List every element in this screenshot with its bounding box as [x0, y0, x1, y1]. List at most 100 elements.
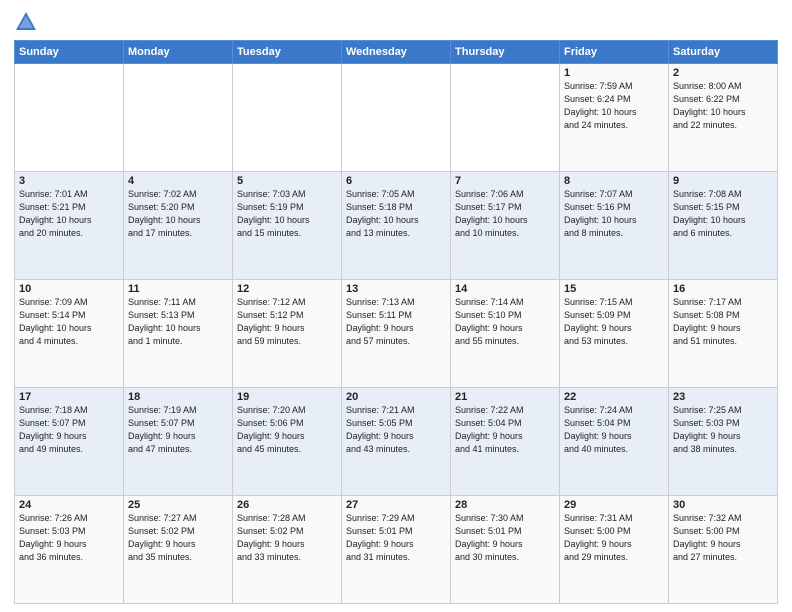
day-cell-20: 20Sunrise: 7:21 AM Sunset: 5:05 PM Dayli…: [342, 388, 451, 496]
day-cell-30: 30Sunrise: 7:32 AM Sunset: 5:00 PM Dayli…: [669, 496, 778, 604]
page: SundayMondayTuesdayWednesdayThursdayFrid…: [0, 0, 792, 612]
day-number: 12: [237, 283, 337, 295]
weekday-wednesday: Wednesday: [342, 41, 451, 64]
day-number: 20: [346, 391, 446, 403]
day-number: 11: [128, 283, 228, 295]
day-info: Sunrise: 7:13 AM Sunset: 5:11 PM Dayligh…: [346, 296, 446, 348]
day-info: Sunrise: 7:59 AM Sunset: 6:24 PM Dayligh…: [564, 80, 664, 132]
day-info: Sunrise: 7:06 AM Sunset: 5:17 PM Dayligh…: [455, 188, 555, 240]
day-number: 22: [564, 391, 664, 403]
week-row-4: 24Sunrise: 7:26 AM Sunset: 5:03 PM Dayli…: [15, 496, 778, 604]
day-number: 17: [19, 391, 119, 403]
empty-cell: [342, 64, 451, 172]
day-cell-3: 3Sunrise: 7:01 AM Sunset: 5:21 PM Daylig…: [15, 172, 124, 280]
day-info: Sunrise: 7:32 AM Sunset: 5:00 PM Dayligh…: [673, 512, 773, 564]
day-cell-19: 19Sunrise: 7:20 AM Sunset: 5:06 PM Dayli…: [233, 388, 342, 496]
weekday-sunday: Sunday: [15, 41, 124, 64]
day-cell-22: 22Sunrise: 7:24 AM Sunset: 5:04 PM Dayli…: [560, 388, 669, 496]
day-cell-28: 28Sunrise: 7:30 AM Sunset: 5:01 PM Dayli…: [451, 496, 560, 604]
day-info: Sunrise: 7:15 AM Sunset: 5:09 PM Dayligh…: [564, 296, 664, 348]
day-number: 1: [564, 67, 664, 79]
day-cell-21: 21Sunrise: 7:22 AM Sunset: 5:04 PM Dayli…: [451, 388, 560, 496]
day-info: Sunrise: 7:29 AM Sunset: 5:01 PM Dayligh…: [346, 512, 446, 564]
day-info: Sunrise: 7:02 AM Sunset: 5:20 PM Dayligh…: [128, 188, 228, 240]
day-info: Sunrise: 7:07 AM Sunset: 5:16 PM Dayligh…: [564, 188, 664, 240]
day-number: 5: [237, 175, 337, 187]
calendar-table: SundayMondayTuesdayWednesdayThursdayFrid…: [14, 40, 778, 604]
day-number: 18: [128, 391, 228, 403]
day-number: 23: [673, 391, 773, 403]
weekday-thursday: Thursday: [451, 41, 560, 64]
week-row-0: 1Sunrise: 7:59 AM Sunset: 6:24 PM Daylig…: [15, 64, 778, 172]
day-cell-7: 7Sunrise: 7:06 AM Sunset: 5:17 PM Daylig…: [451, 172, 560, 280]
day-number: 8: [564, 175, 664, 187]
day-info: Sunrise: 7:30 AM Sunset: 5:01 PM Dayligh…: [455, 512, 555, 564]
weekday-friday: Friday: [560, 41, 669, 64]
day-number: 13: [346, 283, 446, 295]
weekday-tuesday: Tuesday: [233, 41, 342, 64]
weekday-saturday: Saturday: [669, 41, 778, 64]
day-cell-2: 2Sunrise: 8:00 AM Sunset: 6:22 PM Daylig…: [669, 64, 778, 172]
day-info: Sunrise: 7:14 AM Sunset: 5:10 PM Dayligh…: [455, 296, 555, 348]
day-number: 16: [673, 283, 773, 295]
day-cell-23: 23Sunrise: 7:25 AM Sunset: 5:03 PM Dayli…: [669, 388, 778, 496]
week-row-2: 10Sunrise: 7:09 AM Sunset: 5:14 PM Dayli…: [15, 280, 778, 388]
day-cell-18: 18Sunrise: 7:19 AM Sunset: 5:07 PM Dayli…: [124, 388, 233, 496]
day-number: 14: [455, 283, 555, 295]
day-cell-13: 13Sunrise: 7:13 AM Sunset: 5:11 PM Dayli…: [342, 280, 451, 388]
day-number: 2: [673, 67, 773, 79]
day-number: 4: [128, 175, 228, 187]
weekday-header-row: SundayMondayTuesdayWednesdayThursdayFrid…: [15, 41, 778, 64]
day-info: Sunrise: 7:12 AM Sunset: 5:12 PM Dayligh…: [237, 296, 337, 348]
day-info: Sunrise: 7:31 AM Sunset: 5:00 PM Dayligh…: [564, 512, 664, 564]
day-number: 9: [673, 175, 773, 187]
day-number: 28: [455, 499, 555, 511]
day-cell-12: 12Sunrise: 7:12 AM Sunset: 5:12 PM Dayli…: [233, 280, 342, 388]
day-number: 19: [237, 391, 337, 403]
day-cell-24: 24Sunrise: 7:26 AM Sunset: 5:03 PM Dayli…: [15, 496, 124, 604]
day-info: Sunrise: 7:26 AM Sunset: 5:03 PM Dayligh…: [19, 512, 119, 564]
day-info: Sunrise: 7:22 AM Sunset: 5:04 PM Dayligh…: [455, 404, 555, 456]
day-cell-1: 1Sunrise: 7:59 AM Sunset: 6:24 PM Daylig…: [560, 64, 669, 172]
empty-cell: [124, 64, 233, 172]
day-number: 6: [346, 175, 446, 187]
day-number: 30: [673, 499, 773, 511]
day-cell-15: 15Sunrise: 7:15 AM Sunset: 5:09 PM Dayli…: [560, 280, 669, 388]
day-cell-11: 11Sunrise: 7:11 AM Sunset: 5:13 PM Dayli…: [124, 280, 233, 388]
weekday-monday: Monday: [124, 41, 233, 64]
logo: [14, 10, 42, 34]
day-cell-26: 26Sunrise: 7:28 AM Sunset: 5:02 PM Dayli…: [233, 496, 342, 604]
empty-cell: [233, 64, 342, 172]
day-number: 26: [237, 499, 337, 511]
day-info: Sunrise: 7:27 AM Sunset: 5:02 PM Dayligh…: [128, 512, 228, 564]
day-number: 21: [455, 391, 555, 403]
day-info: Sunrise: 7:20 AM Sunset: 5:06 PM Dayligh…: [237, 404, 337, 456]
day-number: 27: [346, 499, 446, 511]
day-cell-17: 17Sunrise: 7:18 AM Sunset: 5:07 PM Dayli…: [15, 388, 124, 496]
day-info: Sunrise: 7:18 AM Sunset: 5:07 PM Dayligh…: [19, 404, 119, 456]
day-info: Sunrise: 7:05 AM Sunset: 5:18 PM Dayligh…: [346, 188, 446, 240]
day-info: Sunrise: 7:28 AM Sunset: 5:02 PM Dayligh…: [237, 512, 337, 564]
week-row-3: 17Sunrise: 7:18 AM Sunset: 5:07 PM Dayli…: [15, 388, 778, 496]
logo-icon: [14, 10, 38, 34]
day-number: 29: [564, 499, 664, 511]
day-cell-25: 25Sunrise: 7:27 AM Sunset: 5:02 PM Dayli…: [124, 496, 233, 604]
day-cell-8: 8Sunrise: 7:07 AM Sunset: 5:16 PM Daylig…: [560, 172, 669, 280]
day-info: Sunrise: 7:09 AM Sunset: 5:14 PM Dayligh…: [19, 296, 119, 348]
empty-cell: [15, 64, 124, 172]
week-row-1: 3Sunrise: 7:01 AM Sunset: 5:21 PM Daylig…: [15, 172, 778, 280]
day-info: Sunrise: 7:24 AM Sunset: 5:04 PM Dayligh…: [564, 404, 664, 456]
day-cell-4: 4Sunrise: 7:02 AM Sunset: 5:20 PM Daylig…: [124, 172, 233, 280]
day-number: 3: [19, 175, 119, 187]
header: [14, 10, 778, 34]
day-number: 10: [19, 283, 119, 295]
day-number: 15: [564, 283, 664, 295]
day-number: 25: [128, 499, 228, 511]
day-cell-27: 27Sunrise: 7:29 AM Sunset: 5:01 PM Dayli…: [342, 496, 451, 604]
day-cell-29: 29Sunrise: 7:31 AM Sunset: 5:00 PM Dayli…: [560, 496, 669, 604]
day-info: Sunrise: 8:00 AM Sunset: 6:22 PM Dayligh…: [673, 80, 773, 132]
day-number: 24: [19, 499, 119, 511]
empty-cell: [451, 64, 560, 172]
day-info: Sunrise: 7:19 AM Sunset: 5:07 PM Dayligh…: [128, 404, 228, 456]
day-cell-16: 16Sunrise: 7:17 AM Sunset: 5:08 PM Dayli…: [669, 280, 778, 388]
